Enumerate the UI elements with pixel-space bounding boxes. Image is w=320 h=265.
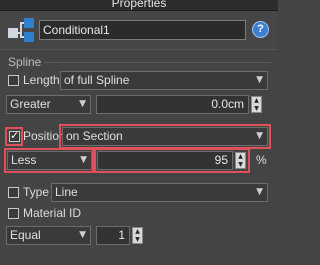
type-value: Line bbox=[55, 185, 78, 199]
position-value-field[interactable]: 95 bbox=[97, 151, 233, 170]
spin-up-icon[interactable]: ▲ bbox=[252, 97, 261, 104]
length-value-field[interactable]: 0.0cm bbox=[96, 95, 249, 114]
length-mode-dropdown[interactable]: of full Spline ▼ bbox=[60, 71, 268, 90]
length-operator-value: Greater bbox=[10, 97, 51, 111]
window-title: Properties bbox=[111, 0, 167, 10]
spline-group-label: Spline bbox=[8, 55, 42, 69]
material-operator-dropdown[interactable]: Equal ▼ bbox=[6, 226, 91, 245]
position-mode-dropdown[interactable]: on Section ▼ bbox=[62, 127, 268, 146]
position-checkbox[interactable] bbox=[9, 129, 20, 142]
type-dropdown[interactable]: Line ▼ bbox=[51, 183, 268, 202]
chevron-down-icon: ▼ bbox=[79, 230, 86, 240]
chevron-down-icon: ▼ bbox=[80, 155, 87, 165]
position-operator-value: Less bbox=[11, 153, 37, 167]
position-mode-value: on Section bbox=[66, 129, 123, 143]
chevron-down-icon: ▼ bbox=[79, 99, 86, 109]
chevron-down-icon: ▼ bbox=[256, 131, 263, 141]
length-operator-dropdown[interactable]: Greater ▼ bbox=[6, 95, 91, 114]
length-checkbox[interactable] bbox=[8, 75, 19, 86]
spin-down-icon[interactable]: ▼ bbox=[133, 236, 142, 243]
material-id-label: Material ID bbox=[23, 206, 82, 220]
length-spinner[interactable]: ▲ ▼ bbox=[251, 96, 262, 113]
position-label: Position bbox=[23, 129, 66, 143]
length-label: Length bbox=[23, 73, 60, 87]
position-spinner[interactable]: ▲ ▼ bbox=[235, 152, 246, 169]
object-header: Conditional1 ? bbox=[0, 11, 278, 49]
material-operator-value: Equal bbox=[10, 228, 41, 242]
title-bar: Properties bbox=[0, 0, 278, 11]
object-name-field[interactable]: Conditional1 bbox=[39, 20, 246, 40]
material-id-checkbox[interactable] bbox=[8, 208, 19, 219]
length-mode-value: of full Spline bbox=[64, 73, 130, 87]
spin-down-icon[interactable]: ▼ bbox=[252, 105, 261, 112]
chevron-down-icon: ▼ bbox=[256, 75, 263, 85]
type-checkbox[interactable] bbox=[8, 187, 19, 198]
spin-down-icon[interactable]: ▼ bbox=[236, 161, 245, 168]
material-spinner[interactable]: ▲ ▼ bbox=[132, 227, 143, 244]
help-button[interactable]: ? bbox=[252, 21, 269, 38]
position-unit-label: % bbox=[256, 153, 267, 167]
position-operator-dropdown[interactable]: Less ▼ bbox=[7, 151, 92, 170]
type-label: Type bbox=[23, 185, 50, 199]
material-value-field[interactable]: 1 bbox=[96, 226, 130, 245]
spin-up-icon[interactable]: ▲ bbox=[236, 153, 245, 160]
chevron-down-icon: ▼ bbox=[256, 187, 263, 197]
spin-up-icon[interactable]: ▲ bbox=[133, 228, 142, 235]
conditional-object-icon bbox=[8, 18, 34, 42]
group-divider bbox=[44, 62, 271, 63]
